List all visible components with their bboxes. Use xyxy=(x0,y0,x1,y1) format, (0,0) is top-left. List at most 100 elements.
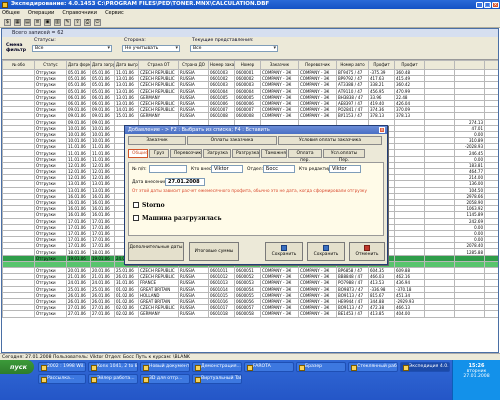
tab-carrier-payment[interactable]: Оплата пер. xyxy=(288,149,322,163)
col-header[interactable] xyxy=(454,60,485,70)
tab-customer[interactable]: Заказчик xyxy=(128,136,186,145)
totals-button[interactable]: Итоговые суммы xyxy=(189,242,239,261)
col-header[interactable] xyxy=(484,60,498,70)
table-cell xyxy=(484,310,498,318)
col-header[interactable]: Профит xyxy=(394,60,425,70)
taskbar-item[interactable]: Новый документ в... xyxy=(140,362,190,372)
col-header[interactable]: Страна ОТ xyxy=(138,60,179,70)
side-select[interactable]: Не учитывать xyxy=(122,45,180,52)
taskbar: пуск 2002 : 1998 Wil... Konx 1041, 2 to … xyxy=(0,360,500,400)
entered-by-select[interactable]: Viktor xyxy=(211,165,243,173)
menu-operations[interactable]: Операции xyxy=(28,9,54,17)
close-icon[interactable]: × xyxy=(492,1,499,8)
col-header[interactable] xyxy=(424,60,455,70)
col-header[interactable]: Перевозчик xyxy=(298,60,337,70)
table-cell: CZECH REPUBLIC xyxy=(138,304,179,312)
entry-date-label: Дата внесения: xyxy=(132,180,168,185)
col-header[interactable]: Заказчик xyxy=(260,60,299,70)
date-warning-text: От этой даты зависит расчет ежемесячного… xyxy=(132,188,367,193)
exit-icon[interactable]: ⏻ xyxy=(94,18,101,26)
tab-unloading[interactable]: Разгрузка xyxy=(232,149,260,158)
num-label: № п/п: xyxy=(132,167,147,172)
tab-general[interactable]: Общие xyxy=(128,149,148,158)
menu-service[interactable]: Сервис xyxy=(105,9,124,17)
table-cell xyxy=(454,310,485,318)
entry-date-input[interactable]: 27.01.2008 xyxy=(165,178,205,186)
menu-general[interactable]: Общее xyxy=(2,9,20,17)
unloaded-checkbox[interactable] xyxy=(133,215,139,221)
statuses-label: Статусы: xyxy=(34,38,56,43)
col-header[interactable]: Страна ДО xyxy=(178,60,209,70)
table-cell: CZECH REPUBLIC xyxy=(138,75,179,83)
table-cell: RUSSIA xyxy=(178,310,209,318)
menu-references[interactable]: Справочники xyxy=(62,9,97,17)
taskbar-item[interactable]: Бразер xyxy=(296,362,346,372)
unloaded-label: Машина разгрузилась xyxy=(142,215,222,222)
table-icon[interactable]: ▤ xyxy=(24,18,31,26)
table-cell: CZECH REPUBLIC xyxy=(138,99,179,108)
calendar-icon[interactable]: ▣ xyxy=(44,18,51,26)
table-cell: 0601018 xyxy=(208,310,235,318)
tab-customs[interactable]: Таможня xyxy=(261,149,287,158)
save-button[interactable]: Сохранить xyxy=(265,242,303,261)
tab-loading[interactable]: Загрузка xyxy=(203,149,231,158)
table-row[interactable]: Отгрузки 27.01.06 27.01.06 02.02.06 GERMANY R… xyxy=(2,310,498,318)
statuses-select[interactable]: Все xyxy=(32,45,112,52)
window-title: Экспедирование: 4.0.1453 C:\PROGRAM FILE… xyxy=(11,1,270,7)
taskbar-item[interactable]: 3D для отгр... xyxy=(140,374,190,384)
taskbar-item[interactable]: Демонстрация... xyxy=(192,362,242,372)
table-cell: CZECH REPUBLIC xyxy=(138,81,179,89)
col-header[interactable]: Номер авто xyxy=(336,60,369,70)
taskbar-item[interactable]: Konx 1041, 2 to 8... xyxy=(88,362,138,372)
editor-select[interactable]: Viktor xyxy=(329,165,361,173)
tab-carrier-payment-terms[interactable]: Усл.оплаты Пер. xyxy=(323,149,365,163)
minimize-icon[interactable]: _ xyxy=(476,1,483,8)
dialog-general-panel: № п/п: Кто внес: Viktor Отдел: Босс Кто … xyxy=(128,162,384,236)
tab-carrier[interactable]: Перевозчик xyxy=(170,149,202,158)
taskbar-item[interactable]: FAROTA xyxy=(244,362,294,372)
col-header[interactable]: № обо xyxy=(2,60,35,70)
col-header[interactable]: Номер заказа xyxy=(208,60,235,70)
export-icon[interactable]: ⇪ xyxy=(74,18,81,26)
num-input[interactable] xyxy=(149,165,187,173)
table-cell: 27.01.06 xyxy=(90,310,115,318)
tab-customer-payment-terms[interactable]: Условия оплаты заказчика xyxy=(278,136,382,145)
col-header[interactable]: Профит xyxy=(368,60,395,70)
taskbar-item-active[interactable]: Экспедиция 4.0... xyxy=(400,362,450,372)
cancel-button[interactable]: Отменить xyxy=(349,242,385,261)
table-cell: ВЕ1453 / 47 xyxy=(336,310,369,318)
tab-cargo[interactable]: Груз xyxy=(149,149,169,158)
entered-by-label: Кто внес: xyxy=(191,167,213,172)
col-header[interactable]: Номер xyxy=(234,60,261,70)
taskbar-item[interactable]: Виртуальный Tab... xyxy=(192,374,242,384)
col-header[interactable]: Дата формир. xyxy=(66,60,91,70)
col-header[interactable]: Статус xyxy=(34,60,67,70)
dollar-icon[interactable]: $ xyxy=(4,18,11,26)
table-cell: 404.00 xyxy=(394,310,425,318)
change-filter-label[interactable]: Смена фильтр xyxy=(6,43,30,53)
col-header[interactable]: Дата загрузки xyxy=(90,60,115,70)
department-label: Отдел: xyxy=(247,167,264,172)
maximize-icon[interactable]: □ xyxy=(484,1,491,8)
table-cell: CZECH REPUBLIC xyxy=(138,266,179,275)
save-close-button[interactable]: Сохранить xyxy=(307,242,345,261)
storno-checkbox[interactable] xyxy=(133,202,139,208)
taskbar-item[interactable]: Стеклянный работ... xyxy=(348,362,398,372)
taskbar-item[interactable]: 2002 : 1998 Wil... xyxy=(38,362,86,372)
col-header[interactable]: Дата выгрузки xyxy=(114,60,139,70)
report-icon[interactable]: ▥ xyxy=(54,18,61,26)
print-icon[interactable]: ⎙ xyxy=(84,18,91,26)
taskbar-item[interactable]: Рассылка... xyxy=(38,374,86,384)
department-select[interactable]: Босс xyxy=(263,165,295,173)
edit-icon[interactable]: ✎ xyxy=(64,18,71,26)
dialog-close-icon[interactable]: × xyxy=(379,127,385,133)
tab-customer-payments[interactable]: Оплаты заказчика xyxy=(187,136,277,145)
extra-dates-button[interactable]: Дополнительные даты xyxy=(128,242,184,261)
list-icon[interactable]: ≡ xyxy=(34,18,41,26)
add-record-dialog: Добавление - > F2 : Выбрать из списка; F… xyxy=(124,125,388,265)
grid-icon[interactable]: ▦ xyxy=(14,18,21,26)
start-button[interactable]: пуск xyxy=(0,360,34,374)
taskbar-item[interactable]: Эйлер работа... xyxy=(88,374,138,384)
views-select[interactable]: Все xyxy=(190,45,278,52)
table-cell: GERMANY xyxy=(138,310,179,318)
